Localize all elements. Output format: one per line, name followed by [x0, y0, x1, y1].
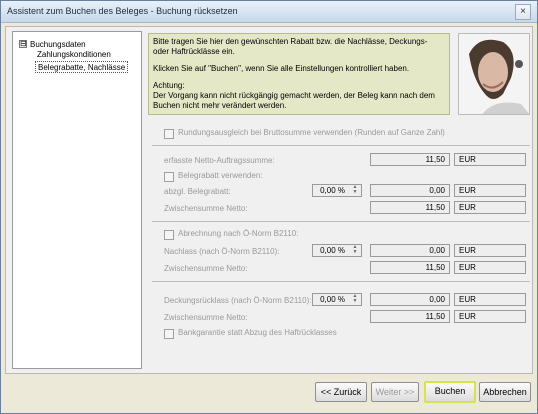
nachlass-label: Nachlass (nach Ö-Norm B2110): — [164, 247, 280, 256]
warning-title: Achtung: — [153, 81, 185, 90]
title-bar: Assistent zum Buchen des Beleges - Buchu… — [1, 1, 537, 23]
netto-currency: EUR — [454, 153, 526, 166]
spinner-arrows-icon[interactable]: ▲ ▼ — [350, 294, 360, 305]
spinner-arrows-icon[interactable]: ▲ ▼ — [350, 245, 360, 256]
back-button[interactable]: << Zurück — [315, 382, 367, 402]
window-title: Assistent zum Buchen des Beleges - Buchu… — [7, 6, 238, 16]
warning-text: Der Vorgang kann nicht rückgängig gemach… — [153, 91, 435, 110]
nachlass-percent-input[interactable]: 0,00 % ▲ ▼ — [312, 244, 362, 257]
netto-field[interactable]: 11,50 — [370, 153, 450, 166]
button-bar: << Zurück Weiter >> Buchen Abbrechen — [1, 376, 537, 413]
next-button[interactable]: Weiter >> — [371, 382, 419, 402]
belegrabatt-label: abzgl. Belegrabatt: — [164, 187, 231, 196]
content-panel: ⊟ Buchungsdaten Zahlungskonditionen Bele… — [5, 26, 533, 374]
wizard-window: Assistent zum Buchen des Beleges - Buchu… — [0, 0, 538, 414]
tree-item-belegrabatte[interactable]: Belegrabatte, Nachlässe — [35, 61, 129, 73]
bankgarantie-checkbox[interactable] — [164, 329, 174, 339]
belegrabatt-checkbox[interactable] — [164, 172, 174, 182]
belegrabatt-currency: EUR — [454, 184, 526, 197]
rundung-checkbox[interactable] — [164, 129, 174, 139]
deckung-percent-input[interactable]: 0,00 % ▲ ▼ — [312, 293, 362, 306]
spinner-arrows-icon[interactable]: ▲ ▼ — [350, 185, 360, 196]
rundung-label: Rundungsausgleich bei Bruttosumme verwen… — [178, 128, 445, 137]
tree-root-label: Buchungsdaten — [30, 39, 86, 49]
tree-item-zahlungskonditionen[interactable]: Zahlungskonditionen — [35, 49, 113, 61]
separator — [152, 145, 530, 146]
assistant-photo — [458, 33, 530, 115]
zwischensumme-3-field[interactable]: 11,50 — [370, 310, 450, 323]
separator — [152, 221, 530, 222]
nachlass-currency: EUR — [454, 244, 526, 257]
book-button[interactable]: Buchen — [424, 381, 476, 403]
zwischensumme-3-label: Zwischensumme Netto: — [164, 313, 248, 322]
zwischensumme-1-field[interactable]: 11,50 — [370, 201, 450, 214]
nachlass-field[interactable]: 0,00 — [370, 244, 450, 257]
info-text-2: Klicken Sie auf "Buchen", wenn Sie alle … — [153, 64, 410, 73]
info-box: Bitte tragen Sie hier den gewünschten Ra… — [148, 33, 450, 115]
belegrabatt-field[interactable]: 0,00 — [370, 184, 450, 197]
bankgarantie-label: Bankgarantie statt Abzug des Haftrücklas… — [178, 328, 337, 337]
zwischensumme-2-currency: EUR — [454, 261, 526, 274]
collapse-icon[interactable]: ⊟ — [19, 40, 27, 48]
separator — [152, 281, 530, 282]
cancel-button[interactable]: Abbrechen — [479, 382, 531, 402]
deckung-field[interactable]: 0,00 — [370, 293, 450, 306]
nachlass-percent-value: 0,00 % — [320, 246, 345, 255]
belegrabatt-percent-value: 0,00 % — [320, 186, 345, 195]
zwischensumme-1-currency: EUR — [454, 201, 526, 214]
deckung-percent-value: 0,00 % — [320, 295, 345, 304]
info-text-1: Bitte tragen Sie hier den gewünschten Ra… — [153, 37, 428, 56]
netto-label: erfasste Netto-Auftragssumme: — [164, 156, 275, 165]
deckung-label: Deckungsrücklass (nach Ö-Norm B2110): — [164, 296, 312, 305]
close-button[interactable]: × — [515, 4, 531, 20]
belegrabatt-percent-input[interactable]: 0,00 % ▲ ▼ — [312, 184, 362, 197]
oenorm-label: Abrechnung nach Ö-Norm B2110: — [178, 229, 299, 238]
zwischensumme-3-currency: EUR — [454, 310, 526, 323]
navigation-tree: ⊟ Buchungsdaten Zahlungskonditionen Bele… — [12, 31, 142, 369]
zwischensumme-2-field[interactable]: 11,50 — [370, 261, 450, 274]
zwischensumme-2-label: Zwischensumme Netto: — [164, 264, 248, 273]
deckung-currency: EUR — [454, 293, 526, 306]
zwischensumme-1-label: Zwischensumme Netto: — [164, 204, 248, 213]
belegrabatt-check-label: Belegrabatt verwenden: — [178, 171, 263, 180]
oenorm-checkbox[interactable] — [164, 230, 174, 240]
